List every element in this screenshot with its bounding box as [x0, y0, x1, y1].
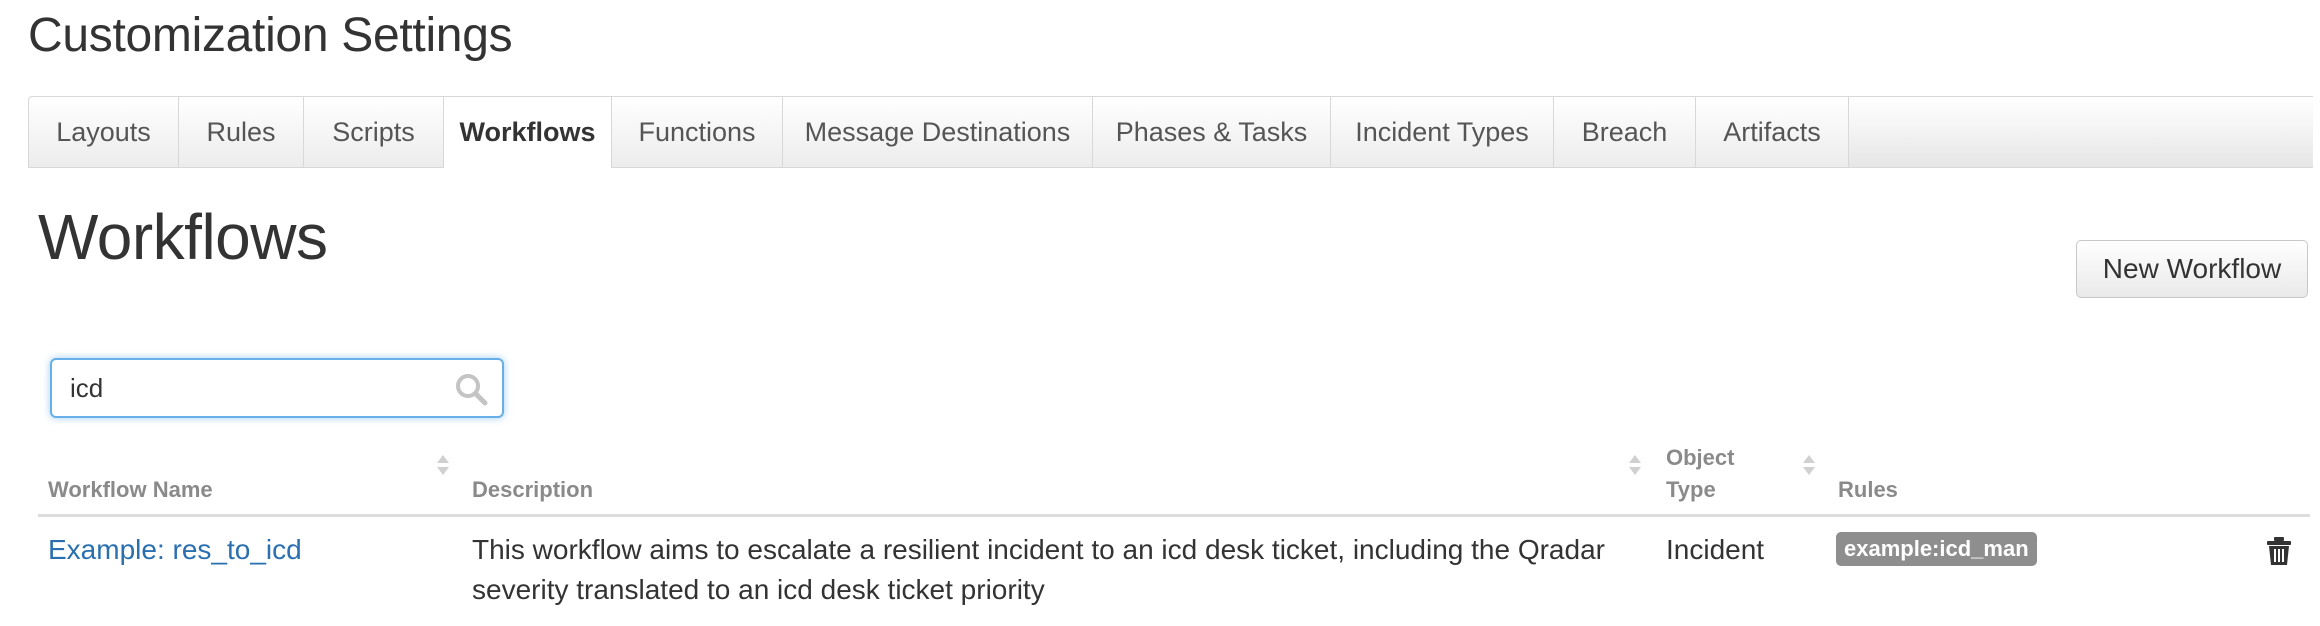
new-workflow-button[interactable]: New Workflow — [2076, 240, 2308, 298]
sort-icon[interactable] — [436, 454, 450, 476]
tab-layouts[interactable]: Layouts — [29, 97, 179, 167]
workflow-object-type: Incident — [1666, 534, 1765, 565]
search-box — [50, 358, 504, 418]
search-icon[interactable] — [454, 372, 488, 406]
rule-badge[interactable]: example:icd_man — [1836, 532, 2037, 566]
sort-icon[interactable] — [1802, 454, 1816, 476]
trash-icon[interactable] — [2266, 536, 2292, 566]
tab-phases-tasks[interactable]: Phases & Tasks — [1093, 97, 1331, 167]
tab-workflows[interactable]: Workflows — [444, 97, 612, 168]
tab-breach[interactable]: Breach — [1554, 97, 1696, 167]
column-header-workflow-name[interactable]: Workflow Name — [48, 474, 213, 506]
workflow-description-line2: severity translated to an icd desk ticke… — [472, 574, 1045, 605]
search-input[interactable] — [70, 368, 430, 408]
tab-message-destinations[interactable]: Message Destinations — [783, 97, 1093, 167]
column-header-description[interactable]: Description — [472, 474, 593, 506]
customization-settings-page: Customization Settings Layouts Rules Scr… — [0, 0, 2320, 626]
column-header-object-type-line1[interactable]: Object — [1666, 442, 1734, 474]
tab-functions[interactable]: Functions — [612, 97, 783, 167]
sort-icon[interactable] — [1628, 454, 1642, 476]
table-header-divider — [38, 514, 2310, 517]
workflow-name-link[interactable]: Example: res_to_icd — [48, 530, 302, 570]
section-title: Workflows — [38, 201, 328, 273]
workflow-description-line1: This workflow aims to escalate a resilie… — [472, 534, 1605, 565]
column-header-object-type-line2[interactable]: Type — [1666, 474, 1716, 506]
tab-rules[interactable]: Rules — [179, 97, 304, 167]
tab-incident-types[interactable]: Incident Types — [1331, 97, 1554, 167]
page-title: Customization Settings — [28, 9, 513, 62]
tab-scripts[interactable]: Scripts — [304, 97, 444, 167]
settings-tab-bar: Layouts Rules Scripts Workflows Function… — [28, 96, 2313, 168]
tab-artifacts[interactable]: Artifacts — [1696, 97, 1849, 167]
column-header-rules: Rules — [1838, 477, 1898, 502]
tab-bar-filler — [1849, 97, 2313, 167]
